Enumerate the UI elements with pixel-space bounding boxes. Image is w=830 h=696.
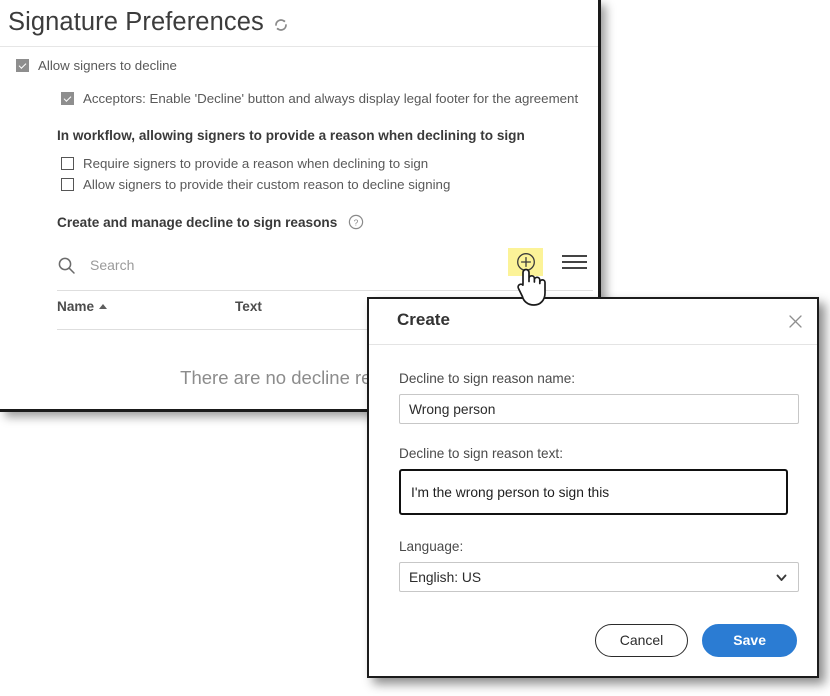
search-input[interactable] — [90, 257, 420, 273]
column-header-name[interactable]: Name — [57, 299, 108, 314]
create-manage-heading: Create and manage decline to sign reason… — [57, 214, 338, 230]
menu-bar-3 — [562, 267, 587, 270]
page-title: Signature Preferences — [8, 8, 264, 36]
checkbox-row-acceptors[interactable]: Acceptors: Enable 'Decline' button and a… — [61, 90, 578, 107]
refresh-icon[interactable] — [273, 17, 289, 33]
workflow-heading: In workflow, allowing signers to provide… — [57, 128, 525, 143]
column-header-name-label: Name — [57, 299, 95, 314]
search-icon — [57, 256, 76, 275]
decline-reason-text-field[interactable] — [399, 469, 788, 515]
checkbox-label-require-reason: Require signers to provide a reason when… — [83, 156, 429, 171]
language-select-wrapper: English: US — [399, 562, 799, 592]
checkbox-label-custom-reason: Allow signers to provide their custom re… — [83, 177, 451, 192]
language-select[interactable]: English: US — [399, 562, 799, 592]
save-button[interactable]: Save — [702, 623, 797, 657]
checkbox-row-require-reason[interactable]: Require signers to provide a reason when… — [61, 155, 428, 172]
hamburger-menu-icon[interactable] — [562, 250, 590, 274]
checkbox-acceptors[interactable] — [61, 92, 74, 105]
toolbar-divider — [57, 290, 593, 291]
checkbox-custom-reason[interactable] — [61, 178, 74, 191]
plus-circle-icon — [516, 252, 536, 272]
dialog-header: Create — [369, 299, 817, 345]
create-decline-reason-dialog: Create Decline to sign reason name: Decl… — [367, 297, 819, 678]
menu-bar-1 — [562, 254, 587, 257]
name-field-label: Decline to sign reason name: — [399, 371, 576, 386]
column-header-text[interactable]: Text — [235, 299, 262, 314]
svg-text:?: ? — [354, 217, 359, 227]
title-divider — [0, 46, 598, 47]
checkbox-row-allow-decline[interactable]: Allow signers to decline — [16, 57, 177, 74]
checkbox-row-custom-reason[interactable]: Allow signers to provide their custom re… — [61, 176, 450, 193]
close-button[interactable] — [782, 308, 808, 334]
dialog-title: Create — [397, 310, 450, 329]
checkbox-require-reason[interactable] — [61, 157, 74, 170]
cancel-button[interactable]: Cancel — [594, 623, 689, 657]
help-circle-icon[interactable]: ? — [348, 214, 364, 230]
add-decline-reason-button[interactable] — [508, 248, 543, 276]
menu-bar-2 — [562, 260, 587, 264]
checkbox-allow-decline[interactable] — [16, 59, 29, 72]
dialog-footer: Cancel Save — [369, 604, 817, 676]
decline-reason-name-input[interactable] — [399, 394, 799, 424]
page-title-row: Signature Preferences — [8, 8, 289, 37]
create-manage-heading-row: Create and manage decline to sign reason… — [57, 214, 364, 230]
language-field-label: Language: — [399, 539, 464, 554]
checkbox-label-acceptors: Acceptors: Enable 'Decline' button and a… — [83, 91, 579, 106]
dialog-body: Decline to sign reason name: Decline to … — [369, 345, 817, 604]
close-icon — [788, 314, 803, 329]
checkbox-label-allow-decline: Allow signers to decline — [38, 58, 177, 73]
decline-reason-text-input[interactable] — [411, 484, 776, 500]
column-header-text-label: Text — [235, 299, 262, 314]
sort-ascending-icon — [99, 304, 108, 309]
text-field-label: Decline to sign reason text: — [399, 446, 563, 461]
